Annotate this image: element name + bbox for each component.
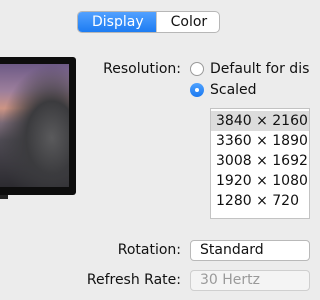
resolution-list-item[interactable]: 1280 × 720 [211,191,309,211]
scaled-resolution-list[interactable]: 3840 × 2160 3360 × 1890 3008 × 1692 1920… [210,108,310,219]
radio-button-default[interactable] [190,62,204,76]
resolution-list-item[interactable]: 1920 × 1080 [211,171,309,191]
radio-button-scaled[interactable] [190,83,204,97]
refresh-rate-dropdown: 30 Hertz [190,270,310,291]
display-color-tabs: Display Color [77,11,221,33]
resolution-label: Resolution: [103,61,181,77]
refresh-rate-label: Refresh Rate: [86,272,181,288]
radio-scaled-label: Scaled [210,82,257,98]
display-wallpaper-image [0,64,69,187]
resolution-list-item[interactable]: 3840 × 2160 [211,111,309,131]
tab-display[interactable]: Display [78,12,156,32]
radio-scaled[interactable]: Scaled [190,82,257,98]
display-stand [0,195,8,199]
resolution-list-item[interactable]: 3008 × 1692 [211,151,309,171]
rotation-dropdown[interactable]: Standard [190,240,310,261]
radio-default-for-display[interactable]: Default for dis [190,61,309,77]
tab-color[interactable]: Color [155,12,220,32]
radio-default-label: Default for dis [210,61,310,77]
display-thumbnail [0,57,76,195]
resolution-list-item[interactable]: 3360 × 1890 [211,131,309,151]
rotation-label: Rotation: [117,242,181,258]
